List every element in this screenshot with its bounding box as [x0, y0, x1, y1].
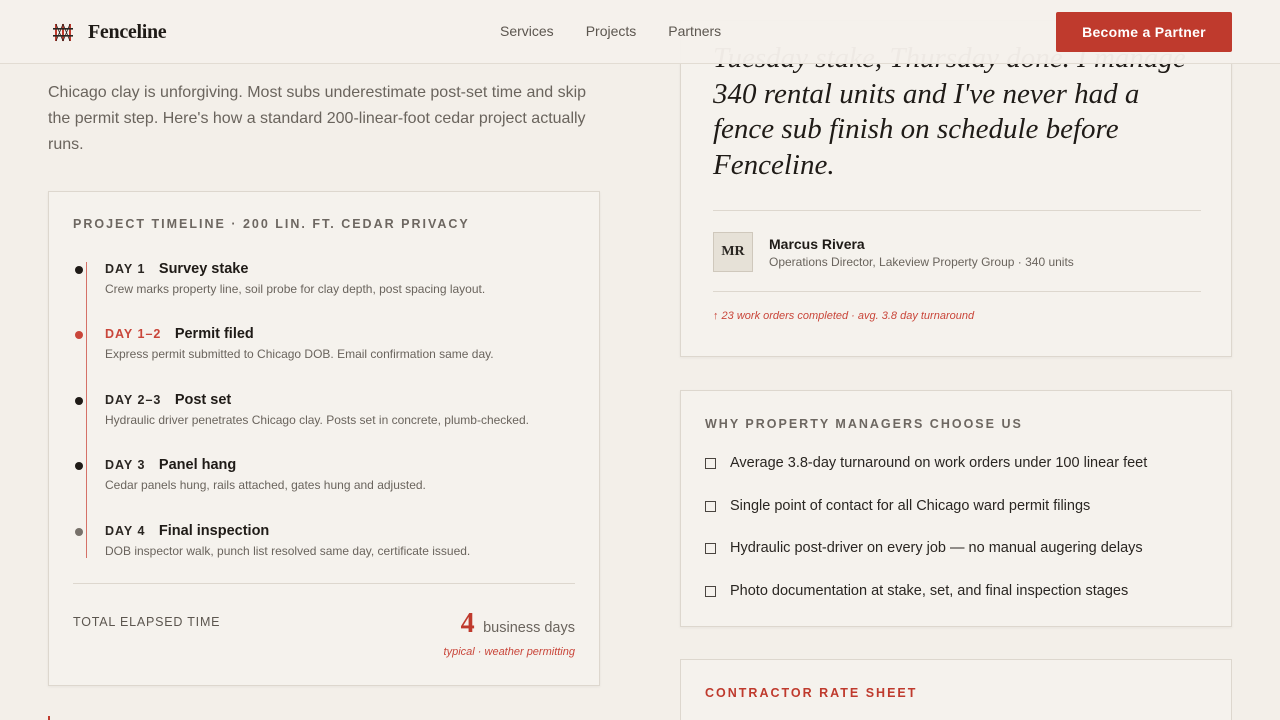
- timeline-day: DAY 2–3: [105, 393, 162, 407]
- why-item: Photo documentation at stake, set, and f…: [705, 583, 1128, 599]
- nav-projects[interactable]: Projects: [586, 23, 637, 39]
- total-days-unit: business days: [483, 620, 575, 636]
- why-item-text: Single point of contact for all Chicago …: [730, 498, 1091, 514]
- timeline-title: Post set: [174, 392, 232, 408]
- why-item: Single point of contact for all Chicago …: [705, 498, 1090, 514]
- why-eyebrow: WHY PROPERTY MANAGERS CHOOSE US: [705, 417, 1023, 431]
- nav-partners[interactable]: Partners: [668, 23, 721, 39]
- brand[interactable]: Fenceline: [52, 20, 167, 44]
- author-name: Marcus Rivera: [769, 236, 865, 252]
- timeline-line: [86, 262, 87, 558]
- become-partner-button[interactable]: Become a Partner: [1056, 12, 1232, 52]
- total-elapsed-value: 4 business days: [461, 608, 575, 640]
- why-item-text: Photo documentation at stake, set, and f…: [730, 583, 1129, 599]
- timeline-title: Final inspection: [158, 523, 270, 539]
- timeline-dot: [75, 331, 83, 339]
- site-header: Fenceline Services Projects Partners Bec…: [0, 0, 1280, 64]
- why-item: Hydraulic post-driver on every job — no …: [705, 540, 1143, 556]
- testimonial-stat: ↑ 23 work orders completed · avg. 3.8 da…: [713, 310, 975, 322]
- testimonial-divider: [713, 210, 1201, 211]
- testimonial-card: Tuesday stake, Thursday done. I manage 3…: [680, 20, 1232, 357]
- timeline-title: Survey stake: [158, 261, 249, 277]
- author-role: Operations Director, Lakeview Property G…: [769, 255, 1074, 269]
- timeline-title: Permit filed: [174, 326, 254, 342]
- timeline-day: DAY 1–2: [105, 327, 162, 341]
- checkbox-icon: [705, 542, 716, 554]
- checkbox-icon: [705, 457, 716, 469]
- section-accent-mark: [48, 716, 50, 720]
- timeline-day: DAY 3: [105, 458, 146, 472]
- why-choose-us-card: WHY PROPERTY MANAGERS CHOOSE US Average …: [680, 390, 1232, 627]
- timeline-dot: [75, 528, 83, 536]
- why-item-text: Average 3.8-day turnaround on work order…: [730, 455, 1148, 471]
- fence-icon: [53, 23, 73, 42]
- total-note: typical · weather permitting: [443, 646, 575, 658]
- avatar: MR: [713, 232, 753, 272]
- timeline-desc: Cedar panels hung, rails attached, gates…: [105, 478, 426, 492]
- rate-sheet-eyebrow: CONTRACTOR RATE SHEET: [705, 686, 918, 700]
- why-item-text: Hydraulic post-driver on every job — no …: [730, 540, 1143, 556]
- timeline-dot: [75, 266, 83, 274]
- rate-sheet-card: CONTRACTOR RATE SHEET: [680, 659, 1232, 720]
- nav-services[interactable]: Services: [500, 23, 554, 39]
- timeline-desc: Crew marks property line, soil probe for…: [105, 282, 486, 296]
- total-days-number: 4: [460, 608, 475, 639]
- checkbox-icon: [705, 585, 716, 597]
- main-nav: Services Projects Partners: [500, 23, 721, 39]
- timeline-dot: [75, 462, 83, 470]
- timeline-day: DAY 4: [105, 524, 146, 538]
- timeline-divider: [73, 583, 575, 584]
- timeline-desc: Hydraulic driver penetrates Chicago clay…: [105, 413, 529, 427]
- project-timeline-card: PROJECT TIMELINE · 200 LIN. FT. CEDAR PR…: [48, 191, 600, 686]
- timeline-desc: Express permit submitted to Chicago DOB.…: [105, 347, 494, 361]
- timeline-title: Panel hang: [158, 457, 237, 473]
- timeline-desc: DOB inspector walk, punch list resolved …: [105, 544, 471, 558]
- timeline-day: DAY 1: [105, 262, 146, 276]
- intro-text: Chicago clay is unforgiving. Most subs u…: [48, 84, 587, 153]
- brand-name: Fenceline: [88, 20, 167, 43]
- timeline-dot: [75, 397, 83, 405]
- total-elapsed-label: TOTAL ELAPSED TIME: [73, 615, 221, 629]
- checkbox-icon: [705, 500, 716, 512]
- timeline-eyebrow: PROJECT TIMELINE · 200 LIN. FT. CEDAR PR…: [73, 217, 470, 231]
- testimonial-divider: [713, 291, 1201, 292]
- why-item: Average 3.8-day turnaround on work order…: [705, 455, 1147, 471]
